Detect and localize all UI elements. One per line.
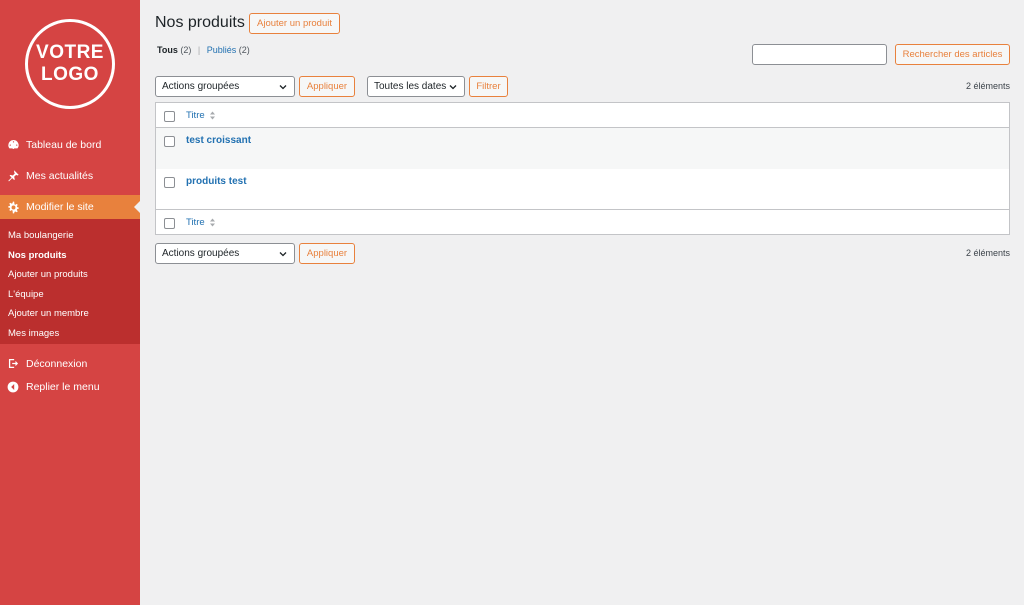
site-logo[interactable]: VOTRE LOGO (25, 19, 115, 109)
row-checkbox[interactable] (164, 136, 175, 147)
bulk-actions-value: Actions groupées (162, 248, 240, 259)
gear-icon (6, 200, 20, 214)
page-title: Nos produits (155, 14, 245, 31)
submenu-item-bakery[interactable]: Ma boulangerie (0, 226, 140, 246)
logo-area: VOTRE LOGO (0, 0, 140, 128)
bulk-actions-select-top[interactable]: Actions groupées (155, 76, 295, 97)
chevron-down-icon (279, 252, 287, 257)
logo-line-1: VOTRE (36, 42, 104, 63)
logo-line-2: LOGO (41, 64, 99, 85)
add-product-button[interactable]: Ajouter un produit (249, 13, 340, 34)
sort-icon (209, 110, 216, 121)
filter-all-count: (2) (180, 45, 192, 55)
collapse-icon (6, 380, 20, 394)
status-filters: Tous (2) | Publiés (2) (157, 45, 250, 55)
menu-item-label: Déconnexion (26, 357, 88, 370)
bulk-actions-select-bottom[interactable]: Actions groupées (155, 243, 295, 264)
menu-item-label: Mes actualités (26, 169, 94, 182)
menu-item-label: Tableau de bord (26, 138, 102, 151)
select-all-checkbox-footer[interactable] (164, 218, 175, 229)
items-count-bottom: 2 éléments (965, 248, 1010, 258)
table-header-row: Titre (156, 103, 1009, 128)
submenu-item-add-product[interactable]: Ajouter un produits (0, 265, 140, 285)
table-row: produits test (156, 169, 1009, 210)
menu-item-dashboard[interactable]: Tableau de bord (0, 137, 140, 152)
apply-button-bottom[interactable]: Appliquer (299, 243, 355, 264)
menu-item-label: Modifier le site (26, 201, 94, 213)
apply-button-top[interactable]: Appliquer (299, 76, 355, 97)
menu-item-logout[interactable]: Déconnexion (0, 356, 140, 371)
row-title-link[interactable]: produits test (186, 176, 247, 187)
bulk-actions-value: Actions groupées (162, 81, 240, 92)
filter-published[interactable]: Publiés (207, 45, 237, 55)
submenu-item-team[interactable]: L'équipe (0, 285, 140, 305)
products-table: Titre test croissant produits test Titre (155, 102, 1010, 235)
filter-all[interactable]: Tous (157, 45, 178, 55)
menu-item-edit-site[interactable]: Modifier le site (0, 195, 140, 219)
row-title-link[interactable]: test croissant (186, 135, 251, 146)
table-row: test croissant (156, 128, 1009, 169)
filter-button[interactable]: Filtrer (469, 76, 508, 97)
filter-separator: | (197, 45, 201, 55)
row-checkbox[interactable] (164, 177, 175, 188)
date-filter-select[interactable]: Toutes les dates (367, 76, 465, 97)
submenu-item-images[interactable]: Mes images (0, 324, 140, 344)
submenu-item-products[interactable]: Nos produits (0, 246, 140, 266)
pin-icon (6, 169, 20, 183)
chevron-down-icon (279, 85, 287, 90)
items-count-top: 2 éléments (965, 81, 1010, 91)
dashboard-icon (6, 138, 20, 152)
menu-item-collapse[interactable]: Replier le menu (0, 379, 140, 394)
menu-item-news[interactable]: Mes actualités (0, 168, 140, 183)
logout-icon (6, 357, 20, 371)
admin-sidebar: VOTRE LOGO Tableau de bord Mes actualité… (0, 0, 140, 605)
date-filter-value: Toutes les dates (374, 81, 447, 92)
search-button[interactable]: Rechercher des articles (895, 44, 1010, 65)
title-column-header[interactable]: Titre (186, 110, 216, 121)
title-column-label: Titre (186, 110, 205, 121)
sort-icon (209, 217, 216, 228)
menu-item-label: Replier le menu (26, 380, 100, 393)
filter-published-count: (2) (238, 45, 250, 55)
search-input[interactable] (752, 44, 887, 65)
chevron-down-icon (449, 85, 457, 90)
submenu: Ma boulangerie Nos produits Ajouter un p… (0, 219, 140, 344)
table-footer-row: Titre (156, 211, 1009, 235)
title-column-footer[interactable]: Titre (186, 217, 216, 228)
submenu-item-add-member[interactable]: Ajouter un membre (0, 304, 140, 324)
title-column-label: Titre (186, 217, 205, 228)
select-all-checkbox[interactable] (164, 111, 175, 122)
